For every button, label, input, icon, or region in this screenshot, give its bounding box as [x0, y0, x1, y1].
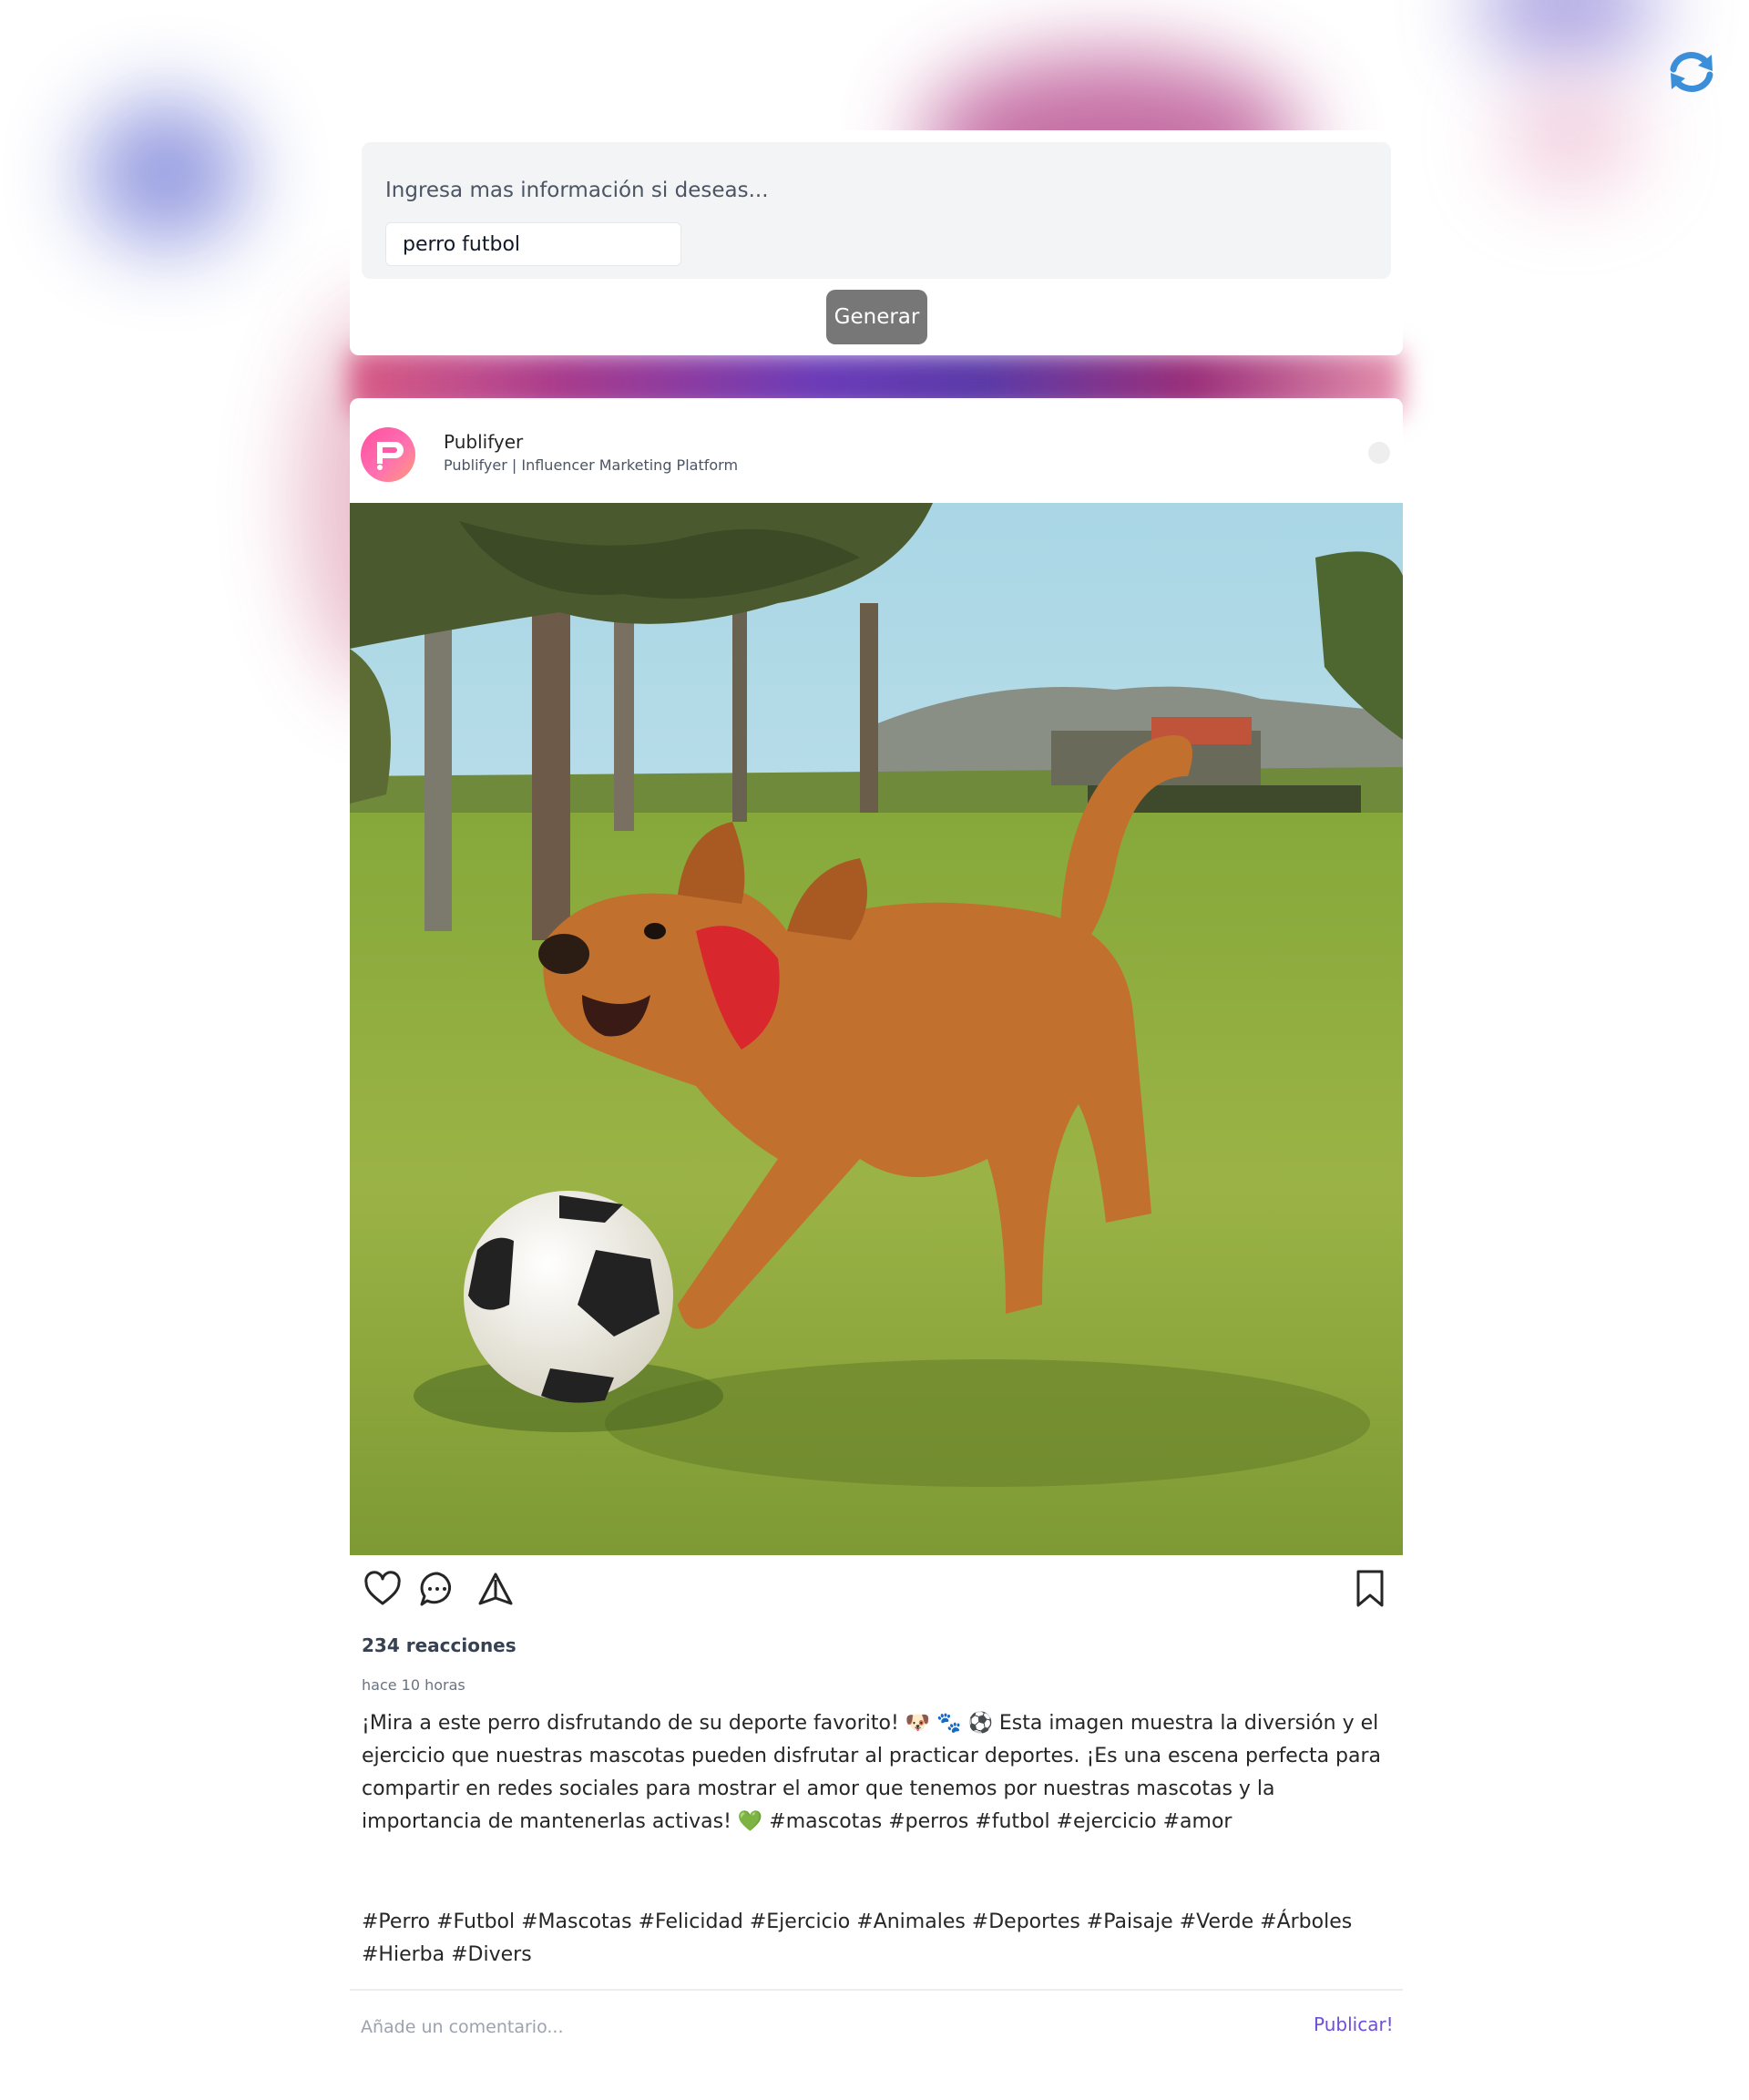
divider	[350, 1989, 1403, 1991]
share-icon[interactable]	[475, 1568, 517, 1610]
heart-icon[interactable]	[362, 1568, 404, 1610]
comment-input[interactable]	[359, 2007, 1182, 2047]
decorative-blob	[1503, 82, 1640, 191]
options-icon[interactable]	[1368, 442, 1390, 464]
post-card: Publifyer Publifyer | Influencer Marketi…	[350, 398, 1403, 2065]
bookmark-icon[interactable]	[1349, 1568, 1391, 1610]
post-header: Publifyer Publifyer | Influencer Marketi…	[350, 398, 1403, 503]
post-time: hace 10 horas	[362, 1676, 465, 1694]
publish-button[interactable]: Publicar!	[1314, 2013, 1394, 2035]
generator-input[interactable]	[385, 222, 681, 266]
post-image	[350, 503, 1403, 1555]
decorative-blob	[1476, 0, 1658, 64]
comment-icon[interactable]	[416, 1568, 458, 1610]
decorative-blob	[87, 100, 246, 246]
post-hashtags: #Perro #Futbol #Mascotas #Felicidad #Eje…	[362, 1910, 1359, 1966]
generator-card: Ingresa mas información si deseas... Gen…	[350, 130, 1403, 355]
reactions-count[interactable]: 234 reacciones	[362, 1634, 517, 1656]
post-actions	[350, 1555, 1403, 1619]
generator-label: Ingresa mas información si deseas...	[385, 179, 769, 202]
generator-panel: Ingresa mas información si deseas...	[362, 142, 1391, 279]
post-caption: ¡Mira a este perro disfrutando de su dep…	[362, 1712, 1388, 1833]
publifyer-logo-icon[interactable]	[361, 427, 415, 482]
account-subtitle: Publifyer | Influencer Marketing Platfor…	[444, 456, 739, 474]
refresh-sync-icon[interactable]	[1663, 47, 1720, 97]
page: Ingresa mas información si deseas... Gen…	[0, 0, 1749, 2100]
generate-button[interactable]: Generar	[826, 290, 927, 344]
account-name[interactable]: Publifyer	[444, 431, 523, 453]
